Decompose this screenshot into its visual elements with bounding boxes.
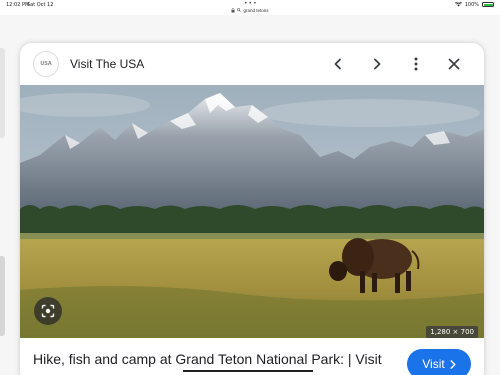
site-logo[interactable]: USA xyxy=(33,51,59,77)
sheet-header: USA Visit The USA xyxy=(20,43,484,85)
address-bar[interactable]: grand tetons xyxy=(0,6,500,14)
visit-button[interactable]: Visit xyxy=(407,349,471,375)
background-result-thumbnail[interactable] xyxy=(0,48,5,138)
more-vert-icon xyxy=(414,57,418,71)
image-preview-sheet: USA Visit The USA 1,280 × 700 Hike, fish… xyxy=(20,43,484,375)
lens-icon xyxy=(41,304,55,318)
next-button[interactable] xyxy=(367,54,387,74)
chevron-left-icon xyxy=(334,58,341,70)
preview-image[interactable]: 1,280 × 700 xyxy=(20,85,484,338)
result-title-link[interactable]: Hike, fish and camp at Grand Teton Natio… xyxy=(33,351,382,367)
visual-search-button[interactable] xyxy=(34,297,62,325)
grand-teton-photo xyxy=(20,85,484,338)
chevron-right-icon xyxy=(450,359,456,369)
more-options-button[interactable] xyxy=(406,54,426,74)
lock-icon xyxy=(231,7,235,12)
image-dimensions: 1,280 × 700 xyxy=(426,326,478,338)
text-selection-underline xyxy=(183,370,313,372)
background-result-thumbnail[interactable] xyxy=(0,256,5,336)
address-text: grand tetons xyxy=(243,7,269,13)
previous-button[interactable] xyxy=(328,54,348,74)
chevron-right-icon xyxy=(374,58,381,70)
search-icon xyxy=(237,8,242,12)
close-button[interactable] xyxy=(444,54,464,74)
close-icon xyxy=(448,58,460,70)
site-name[interactable]: Visit The USA xyxy=(70,57,144,71)
visit-label: Visit xyxy=(422,357,445,371)
